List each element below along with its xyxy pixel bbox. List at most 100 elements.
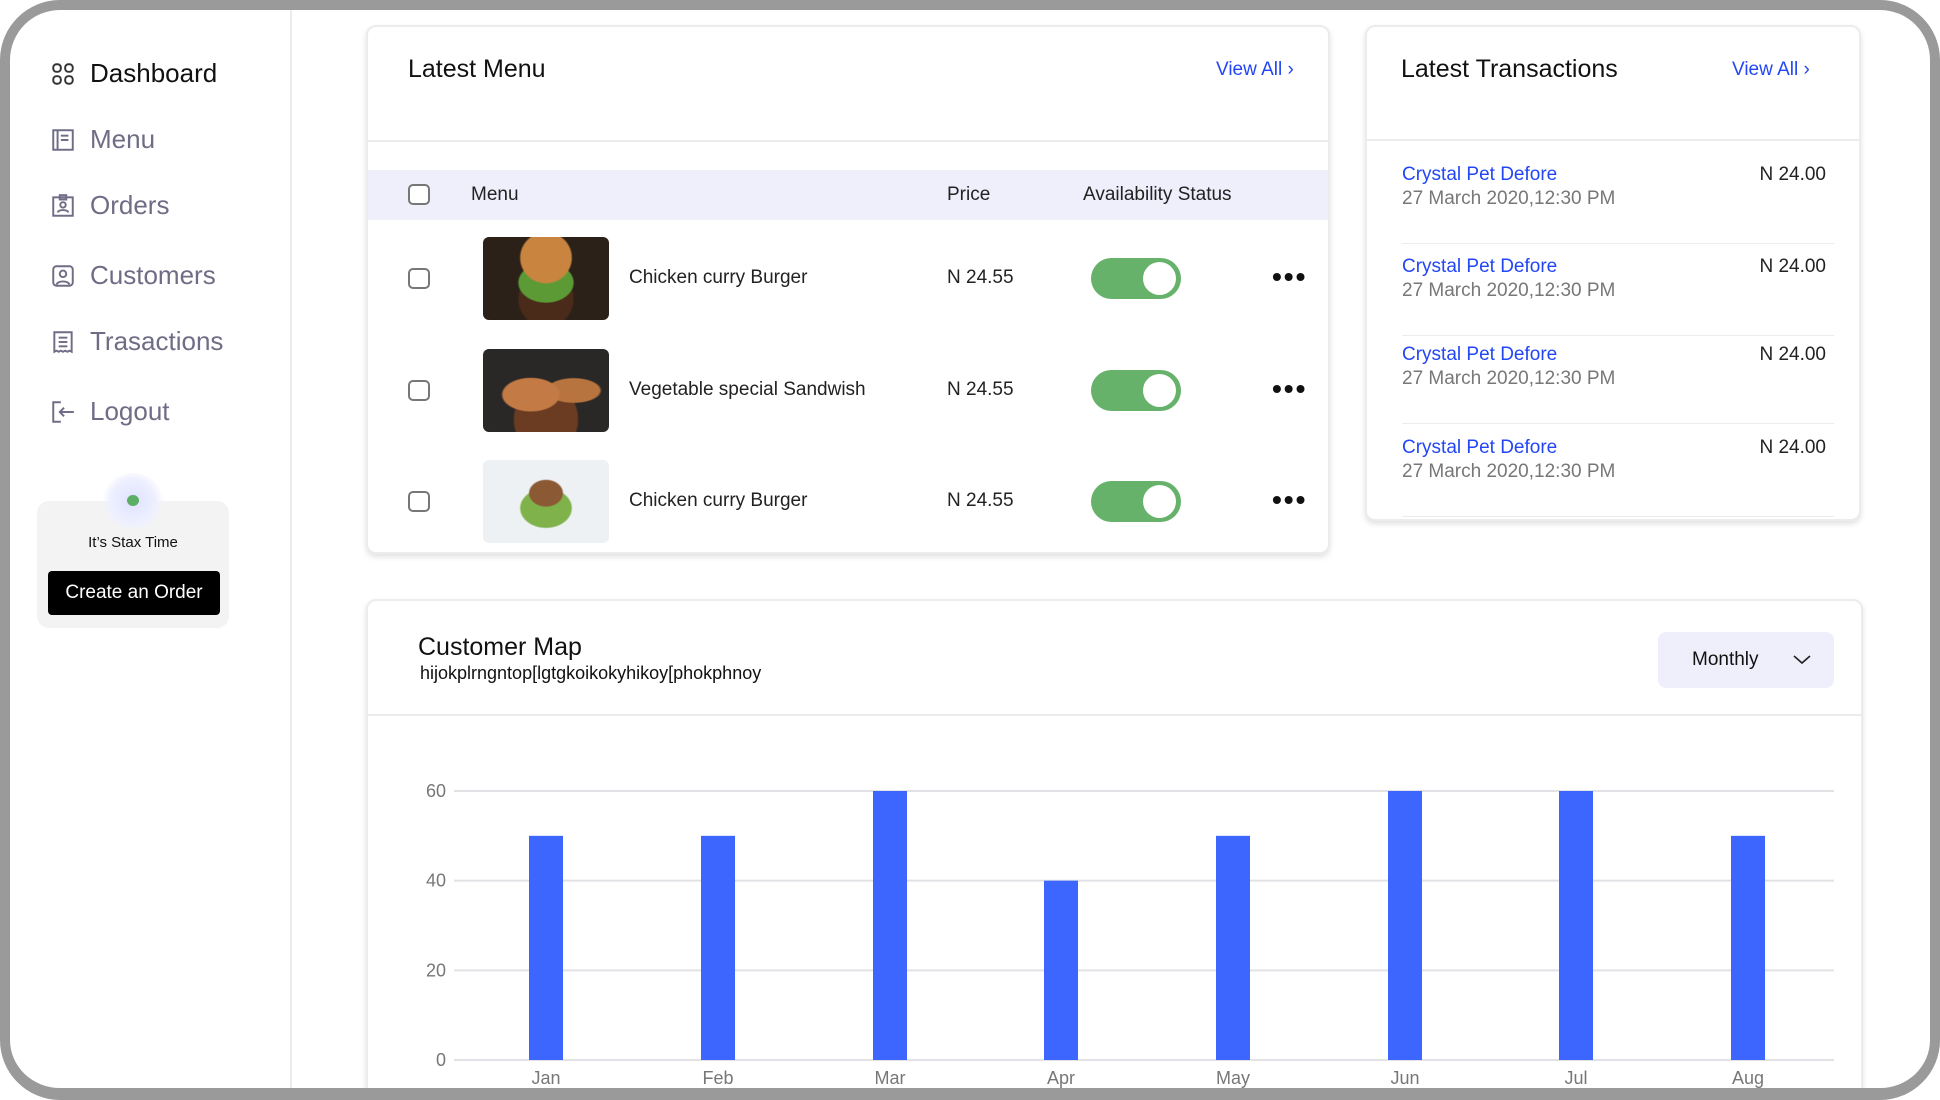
clipboard-icon	[52, 193, 74, 217]
app-window: Dashboard Menu Orders Customers Trasacti…	[0, 0, 1940, 1100]
y-tick-label: 0	[436, 1050, 446, 1070]
table-row: Chicken curry Burger N 24.55 •••	[368, 229, 1328, 329]
availability-toggle[interactable]	[1091, 481, 1181, 522]
menu-item-price: N 24.55	[947, 267, 1014, 288]
availability-toggle[interactable]	[1091, 258, 1181, 299]
latest-menu-card: Latest Menu View All › Menu Price Availa…	[366, 25, 1330, 554]
sidebar-item-orders[interactable]: Orders	[50, 190, 169, 221]
bar-jun	[1388, 791, 1422, 1060]
y-tick-label: 20	[426, 960, 446, 980]
sidebar: Dashboard Menu Orders Customers Trasacti…	[10, 10, 292, 1088]
select-all-checkbox[interactable]	[408, 184, 430, 205]
divider	[1367, 139, 1859, 141]
bar-apr	[1044, 880, 1078, 1060]
transaction-name[interactable]: Crystal Pet Defore	[1402, 344, 1557, 366]
transaction-name[interactable]: Crystal Pet Defore	[1402, 164, 1557, 186]
card-title: Latest Menu	[408, 55, 546, 83]
menu-item-price: N 24.55	[947, 490, 1014, 511]
sidebar-item-transactions[interactable]: Trasactions	[50, 326, 223, 357]
food-image	[483, 349, 609, 432]
status-dot-icon	[127, 495, 139, 506]
x-tick-label: Jun	[1390, 1068, 1419, 1088]
customer-map-card: Customer Map hijokplrngntop[lgtgkoikokyh…	[366, 599, 1863, 1088]
bar-may	[1216, 835, 1250, 1060]
menu-item-name: Chicken curry Burger	[629, 267, 808, 288]
bar-aug	[1731, 835, 1765, 1060]
row-checkbox[interactable]	[408, 268, 430, 289]
transaction-amount: N 24.00	[1759, 437, 1826, 458]
transaction-item: Crystal Pet Defore 27 March 2020,12:30 PM…	[1402, 425, 1834, 517]
table-row: Vegetable special Sandwish N 24.55 •••	[368, 341, 1328, 441]
x-tick-label: Jul	[1564, 1068, 1587, 1088]
transaction-date: 27 March 2020,12:30 PM	[1402, 188, 1616, 209]
chevron-right-icon: ›	[1803, 59, 1810, 80]
sidebar-item-logout[interactable]: Logout	[50, 396, 170, 427]
promo-card: It’s Stax Time Create an Order	[37, 473, 229, 628]
sidebar-item-label: Dashboard	[90, 58, 218, 88]
user-icon	[52, 264, 74, 287]
x-tick-label: Feb	[702, 1068, 733, 1088]
bar-feb	[701, 835, 735, 1060]
logout-icon	[52, 400, 74, 423]
view-all-transactions-link[interactable]: View All ›	[1732, 59, 1810, 81]
view-all-label: View All	[1732, 59, 1799, 80]
table-header: Menu Price Availability Status	[368, 170, 1328, 220]
transaction-item: Crystal Pet Defore 27 March 2020,12:30 PM…	[1402, 332, 1834, 424]
y-tick-label: 60	[426, 781, 446, 801]
food-image	[483, 460, 609, 543]
transaction-amount: N 24.00	[1759, 256, 1826, 277]
divider	[368, 140, 1328, 142]
sidebar-item-label: Orders	[90, 190, 170, 220]
menu-item-name: Chicken curry Burger	[629, 490, 808, 511]
card-title: Latest Transactions	[1401, 55, 1618, 83]
transaction-item: Crystal Pet Defore 27 March 2020,12:30 PM…	[1402, 152, 1834, 244]
transaction-date: 27 March 2020,12:30 PM	[1402, 368, 1616, 389]
more-options-icon[interactable]: •••	[1272, 486, 1307, 514]
column-header-price: Price	[947, 184, 991, 205]
view-all-menu-link[interactable]: View All ›	[1216, 59, 1294, 81]
sidebar-item-label: Customers	[90, 260, 216, 290]
promo-text: It’s Stax Time	[88, 534, 178, 551]
chevron-right-icon: ›	[1287, 59, 1294, 80]
transaction-item: Crystal Pet Defore 27 March 2020,12:30 PM…	[1402, 244, 1834, 336]
create-order-button[interactable]: Create an Order	[48, 571, 220, 615]
sidebar-item-menu[interactable]: Menu	[50, 124, 155, 155]
sidebar-item-label: Trasactions	[90, 326, 224, 356]
bar-jan	[529, 835, 563, 1060]
column-header-availability: Availability Status	[1083, 184, 1232, 205]
x-tick-label: Apr	[1047, 1068, 1075, 1088]
transaction-name[interactable]: Crystal Pet Defore	[1402, 256, 1557, 278]
more-options-icon[interactable]: •••	[1272, 375, 1307, 403]
y-tick-label: 40	[426, 871, 446, 891]
x-tick-label: Aug	[1732, 1068, 1764, 1088]
x-tick-label: Jan	[531, 1068, 560, 1088]
view-all-label: View All	[1216, 59, 1283, 80]
table-row: Chicken curry Burger N 24.55 •••	[368, 452, 1328, 552]
row-checkbox[interactable]	[408, 380, 430, 401]
sidebar-item-dashboard[interactable]: Dashboard	[50, 58, 217, 89]
bar-mar	[873, 791, 907, 1060]
transaction-name[interactable]: Crystal Pet Defore	[1402, 437, 1557, 459]
transaction-amount: N 24.00	[1759, 344, 1826, 365]
transaction-amount: N 24.00	[1759, 164, 1826, 185]
transaction-date: 27 March 2020,12:30 PM	[1402, 280, 1616, 301]
sidebar-item-label: Menu	[90, 124, 156, 154]
receipt-icon	[53, 330, 73, 353]
grid-icon	[52, 62, 74, 85]
x-tick-label: May	[1216, 1068, 1250, 1088]
bar-chart: 0 20 40 60 Jan Feb Mar Apr May Jun Jul Aug	[426, 781, 1834, 1088]
row-checkbox[interactable]	[408, 491, 430, 512]
x-tick-label: Mar	[875, 1068, 906, 1088]
sidebar-item-customers[interactable]: Customers	[50, 260, 216, 291]
column-header-menu: Menu	[471, 184, 519, 205]
availability-toggle[interactable]	[1091, 370, 1181, 411]
menu-item-price: N 24.55	[947, 379, 1014, 400]
book-icon	[52, 128, 74, 151]
bar-jul	[1559, 791, 1593, 1060]
transaction-date: 27 March 2020,12:30 PM	[1402, 461, 1616, 482]
food-image	[483, 237, 609, 320]
more-options-icon[interactable]: •••	[1272, 263, 1307, 291]
latest-transactions-card: Latest Transactions View All › Crystal P…	[1365, 25, 1861, 521]
menu-item-name: Vegetable special Sandwish	[629, 379, 866, 400]
sidebar-item-label: Logout	[90, 396, 170, 426]
